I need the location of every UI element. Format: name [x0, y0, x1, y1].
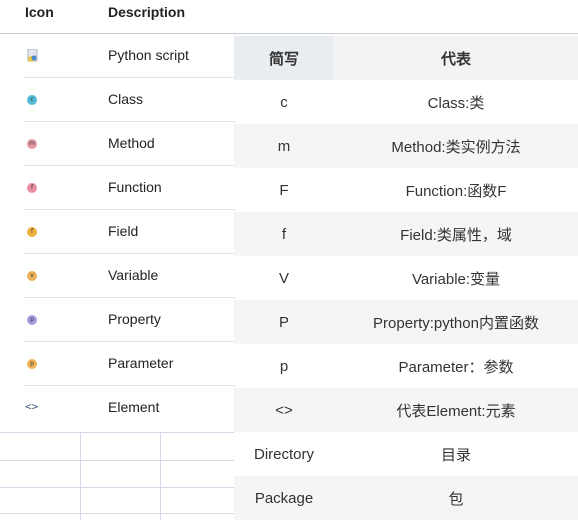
legend-label: Element — [108, 399, 160, 415]
abbr-cell: Directory — [253, 445, 314, 463]
legend-row-python-script: Python script — [24, 34, 236, 78]
class-icon: c — [27, 95, 37, 105]
legend-row-property: p Property — [24, 298, 236, 342]
grid-line — [0, 487, 240, 488]
property-icon: p — [27, 315, 37, 325]
legend-row-parameter: p Parameter — [24, 342, 236, 386]
legend-label: Method — [108, 135, 155, 151]
table-row: m Method:类实例方法 — [234, 124, 578, 168]
abbr-cell: F — [279, 181, 289, 199]
meaning-cell: Function:函数F — [405, 182, 507, 200]
method-icon: m — [27, 139, 37, 149]
legend-label: Variable — [108, 267, 159, 283]
meaning-cell: 代表Element:元素 — [396, 402, 516, 420]
table-row: V Variable:变量 — [234, 256, 578, 300]
grid-line — [80, 432, 81, 520]
legend-row-variable: v Variable — [24, 254, 236, 298]
abbr-cell: f — [281, 225, 287, 243]
abbr-cell: <> — [275, 401, 293, 419]
legend-row-class: c Class — [24, 78, 236, 122]
meaning-cell: Method:类实例方法 — [391, 138, 521, 156]
legend-label: Property — [108, 311, 161, 327]
meaning-cell: Property:python内置函数 — [373, 314, 539, 332]
table-row: <> 代表Element:元素 — [234, 388, 578, 432]
abbr-cell: c — [280, 93, 288, 111]
variable-icon: v — [27, 271, 37, 281]
abbr-cell: Package — [254, 489, 314, 507]
legend-row-field: f Field — [24, 210, 236, 254]
element-icon: <> — [25, 400, 39, 413]
table-row: F Function:函数F — [234, 168, 578, 212]
table-row: P Property:python内置函数 — [234, 300, 578, 344]
legend-label: Function — [108, 179, 162, 195]
abbr-cell: P — [278, 313, 289, 331]
table-row: c Class:类 — [234, 80, 578, 124]
meaning-cell: Class:类 — [427, 94, 485, 112]
meaning-cell: 包 — [448, 490, 464, 508]
legend-label: Parameter — [108, 355, 174, 371]
abbr-cell: m — [277, 137, 291, 155]
legend-header: Icon Description — [0, 0, 578, 34]
icon-column-header: Icon — [25, 4, 54, 20]
legend-label: Field — [108, 223, 139, 239]
abbr-table-header: 简写 代表 — [234, 36, 578, 80]
legend-row-method: m Method — [24, 122, 236, 166]
table-row: f Field:类属性，域 — [234, 212, 578, 256]
python-script-icon — [27, 49, 38, 62]
legend-label: Python script — [108, 47, 189, 63]
parameter-icon: p — [27, 359, 37, 369]
meaning-cell: 目录 — [440, 446, 471, 464]
abbr-column-header: 简写 — [234, 36, 334, 80]
table-row: Directory 目录 — [234, 432, 578, 476]
field-icon: f — [27, 227, 37, 237]
table-row: p Parameter：参数 — [234, 344, 578, 388]
function-icon: f — [27, 183, 37, 193]
legend-row-element: <> Element — [24, 386, 236, 430]
meaning-cell: Field:类属性，域 — [400, 226, 512, 244]
abbr-cell: p — [279, 357, 289, 375]
description-column-header: Description — [108, 4, 186, 20]
legend-label: Class — [108, 91, 144, 107]
meaning-cell: Variable:变量 — [411, 270, 501, 288]
table-row: Package 包 — [234, 476, 578, 520]
grid-line — [0, 460, 240, 461]
abbr-cell: V — [278, 269, 289, 287]
grid-line — [160, 432, 161, 520]
legend-row-function: f Function — [24, 166, 236, 210]
meaning-cell: Parameter：参数 — [398, 358, 514, 376]
meaning-column-header: 代表 — [440, 50, 471, 68]
grid-line — [0, 432, 240, 433]
